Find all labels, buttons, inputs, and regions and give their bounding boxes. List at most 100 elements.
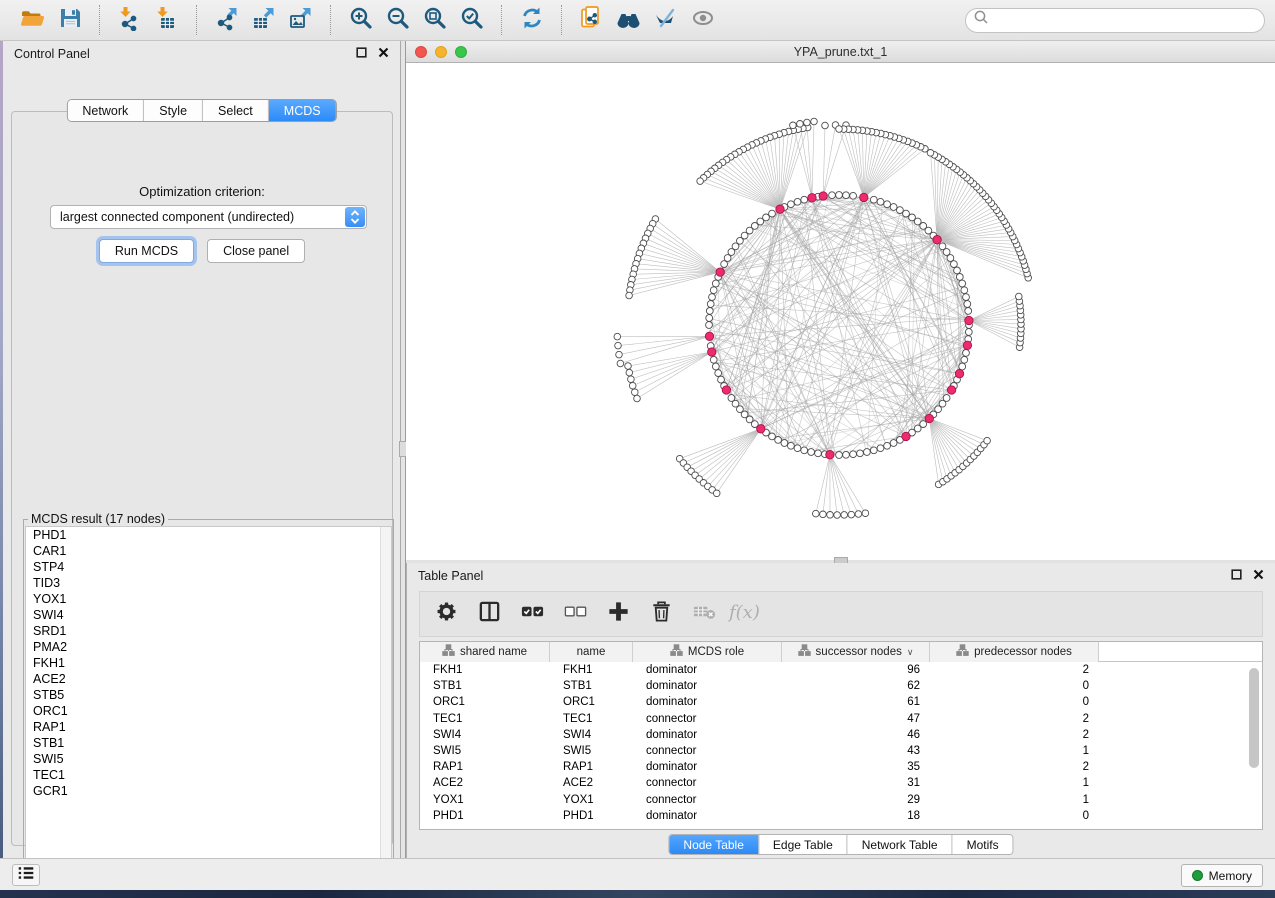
delete-button[interactable]	[647, 599, 675, 629]
mcds-node-item[interactable]: SWI4	[26, 607, 391, 623]
import-network-button[interactable]	[111, 3, 148, 37]
column-header-shared-name[interactable]: shared name	[420, 642, 550, 662]
select-all-button[interactable]	[518, 599, 546, 629]
table-row[interactable]: FKH1FKH1dominator962	[420, 662, 1262, 678]
table-row[interactable]: TEC1TEC1connector472	[420, 711, 1262, 727]
table-header-row: shared namenameMCDS rolesuccessor nodes∨…	[420, 642, 1262, 662]
refresh-button[interactable]	[513, 3, 550, 37]
mcds-node-item[interactable]: ORC1	[26, 703, 391, 719]
delete-table-icon	[691, 599, 718, 629]
add-icon	[606, 599, 631, 629]
control-panel: Control Panel NetworkStyleSelectMCDS Opt…	[3, 41, 400, 858]
add-button[interactable]	[604, 599, 632, 629]
maximize-window-button[interactable]	[455, 46, 467, 58]
binoculars-button[interactable]	[610, 3, 647, 37]
eye-button[interactable]	[684, 3, 721, 37]
table-row[interactable]: PHD1PHD1dominator180	[420, 808, 1262, 824]
function-button[interactable]: f(x)	[733, 599, 761, 629]
tab-edge-table[interactable]: Edge Table	[758, 835, 847, 854]
float-panel-icon[interactable]	[356, 47, 367, 61]
column-header-predecessor-nodes[interactable]: predecessor nodes	[930, 642, 1099, 662]
table-row[interactable]: STB1STB1dominator620	[420, 678, 1262, 694]
mcds-node-item[interactable]: STB5	[26, 687, 391, 703]
network-window-titlebar[interactable]: YPA_prune.txt_1	[406, 41, 1275, 63]
binoculars-icon	[615, 5, 642, 36]
float-panel-icon[interactable]	[1231, 569, 1242, 583]
hide-details-button[interactable]	[647, 3, 684, 37]
table-row[interactable]: YOX1YOX1connector291	[420, 792, 1262, 808]
tab-motifs[interactable]: Motifs	[952, 835, 1013, 854]
close-panel-icon[interactable]	[378, 47, 389, 61]
mcds-node-item[interactable]: GCR1	[26, 783, 391, 799]
mcds-node-item[interactable]: YOX1	[26, 591, 391, 607]
org-chart-icon	[670, 644, 683, 660]
column-header-successor-nodes[interactable]: successor nodes∨	[782, 642, 930, 662]
network-file-icon	[579, 5, 605, 36]
network-canvas[interactable]	[406, 63, 1274, 560]
scrollbar-thumb[interactable]	[1249, 668, 1259, 768]
tab-node-table[interactable]: Node Table	[669, 835, 758, 854]
tab-mcds[interactable]: MCDS	[268, 100, 336, 121]
open-folder-button[interactable]	[14, 3, 51, 37]
export-image-button[interactable]	[282, 3, 319, 37]
minimize-window-button[interactable]	[435, 46, 447, 58]
mcds-node-item[interactable]: TEC1	[26, 767, 391, 783]
delete-table-button[interactable]	[690, 599, 718, 629]
mcds-node-item[interactable]: ACE2	[26, 671, 391, 687]
list-scrollbar[interactable]	[380, 527, 391, 872]
close-panel-button[interactable]: Close panel	[207, 239, 305, 263]
status-bar: Memory	[0, 858, 1275, 890]
tab-network-table[interactable]: Network Table	[847, 835, 952, 854]
table-row[interactable]: ACE2ACE2connector311	[420, 775, 1262, 791]
deselect-all-button[interactable]	[561, 599, 589, 629]
zoom-selected-button[interactable]	[453, 3, 490, 37]
close-panel-icon[interactable]	[1253, 569, 1264, 583]
table-panel: Table Panel f(x) shared namenameMCDS rol…	[406, 563, 1275, 858]
zoom-in-button[interactable]	[342, 3, 379, 37]
mcds-tab-content: Optimization criterion: largest connecte…	[11, 111, 393, 846]
zoom-out-button[interactable]	[379, 3, 416, 37]
mcds-result-list[interactable]: PHD1CAR1STP4TID3YOX1SWI4SRD1PMA2FKH1ACE2…	[25, 526, 392, 873]
split-columns-button[interactable]	[475, 599, 503, 629]
table-panel-title: Table Panel	[418, 569, 483, 583]
mcds-node-item[interactable]: RAP1	[26, 719, 391, 735]
mcds-node-item[interactable]: FKH1	[26, 655, 391, 671]
search-box[interactable]	[965, 8, 1265, 33]
mcds-node-item[interactable]: STP4	[26, 559, 391, 575]
column-header-MCDS-role[interactable]: MCDS role	[633, 642, 782, 662]
import-table-button[interactable]	[148, 3, 185, 37]
toolbar-separator	[330, 5, 331, 35]
mcds-node-item[interactable]: SWI5	[26, 751, 391, 767]
search-input[interactable]	[990, 10, 1264, 30]
mcds-node-item[interactable]: CAR1	[26, 543, 391, 559]
mcds-result-legend: MCDS result (17 nodes)	[28, 512, 168, 526]
tab-select[interactable]: Select	[202, 100, 268, 121]
network-file-button[interactable]	[573, 3, 610, 37]
memory-status-icon	[1192, 870, 1203, 881]
table-row[interactable]: RAP1RAP1dominator352	[420, 759, 1262, 775]
mcds-node-item[interactable]: PHD1	[26, 527, 391, 543]
mcds-node-item[interactable]: TID3	[26, 575, 391, 591]
column-header-name[interactable]: name	[550, 642, 633, 662]
optimization-criterion-dropdown[interactable]: largest connected component (undirected)	[50, 205, 367, 229]
memory-button[interactable]: Memory	[1181, 864, 1263, 887]
save-button[interactable]	[51, 3, 88, 37]
table-row[interactable]: SWI4SWI4dominator462	[420, 727, 1262, 743]
export-network-button[interactable]	[208, 3, 245, 37]
zoom-fit-button[interactable]	[416, 3, 453, 37]
table-scrollbar[interactable]	[1249, 666, 1260, 826]
table-row[interactable]: ORC1ORC1dominator610	[420, 694, 1262, 710]
mcds-node-item[interactable]: SRD1	[26, 623, 391, 639]
mcds-node-item[interactable]: PMA2	[26, 639, 391, 655]
close-window-button[interactable]	[415, 46, 427, 58]
tab-style[interactable]: Style	[143, 100, 202, 121]
tab-network[interactable]: Network	[67, 100, 143, 121]
table-row[interactable]: SWI5SWI5connector431	[420, 743, 1262, 759]
toolbar-separator	[196, 5, 197, 35]
export-table-button[interactable]	[245, 3, 282, 37]
run-mcds-button[interactable]: Run MCDS	[99, 239, 194, 263]
node-table: shared namenameMCDS rolesuccessor nodes∨…	[419, 641, 1263, 830]
gear-button[interactable]	[432, 599, 460, 629]
mcds-node-item[interactable]: STB1	[26, 735, 391, 751]
show-panels-button[interactable]	[12, 864, 40, 886]
